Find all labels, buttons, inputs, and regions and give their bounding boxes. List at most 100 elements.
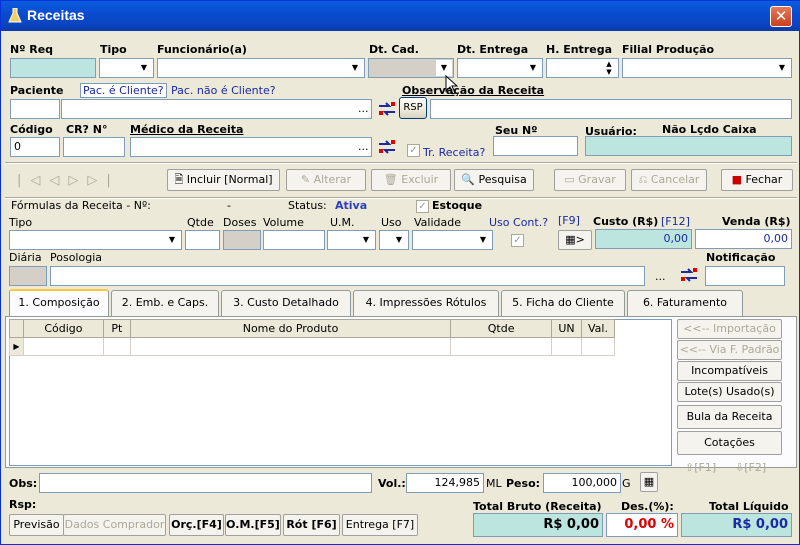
chevron-down-icon[interactable]: ▼ xyxy=(136,60,152,76)
cell-un[interactable] xyxy=(551,337,582,356)
gravar-button[interactable]: ▭ Gravar xyxy=(554,169,626,191)
rsp-button[interactable]: RSP xyxy=(399,97,427,119)
paciente-search-ellipsis[interactable]: ... xyxy=(358,102,369,115)
nr-req-field[interactable] xyxy=(10,58,96,78)
via-padrao-button[interactable]: <<-- Via F. Padrão xyxy=(677,340,782,360)
dt-entrega-label: Dt. Entrega xyxy=(457,43,529,56)
cr-n-field[interactable] xyxy=(63,137,125,157)
chevron-down-icon[interactable]: ▼ xyxy=(774,60,790,76)
pac-nao-cliente-toggle[interactable]: Pac. não é Cliente? xyxy=(171,84,276,97)
uso-select[interactable]: ▼ xyxy=(379,230,409,250)
col-nome-produto[interactable]: Nome do Produto xyxy=(129,319,452,338)
chevron-down-icon[interactable]: ▼ xyxy=(436,60,452,76)
obs-field[interactable] xyxy=(39,473,372,493)
peso-field[interactable]: 100,000 xyxy=(543,473,621,493)
cell-nome-produto[interactable] xyxy=(129,337,452,356)
desconto-field[interactable]: 0,00 % xyxy=(606,513,678,537)
col-codigo[interactable]: Código xyxy=(22,319,104,338)
om-button[interactable]: O.M.[F5] xyxy=(225,514,281,536)
previsao-button[interactable]: Previsão xyxy=(9,514,64,536)
um-select[interactable]: ▼ xyxy=(327,230,376,250)
importacao-button[interactable]: <<-- Importação xyxy=(677,319,782,339)
table-row[interactable]: ▶ xyxy=(9,337,615,356)
bula-receita-button[interactable]: Bula da Receita xyxy=(677,405,782,429)
paciente-name-field[interactable] xyxy=(61,99,372,119)
incompativeis-button[interactable]: Incompatíveis xyxy=(677,361,782,381)
qtde-field[interactable] xyxy=(185,230,220,250)
transfer-icon[interactable] xyxy=(377,101,397,117)
excluir-button[interactable]: 🗑 Excluir xyxy=(371,169,451,191)
vol-field[interactable]: 124,985 xyxy=(406,473,484,493)
dados-comprador-button[interactable]: Dados Comprador xyxy=(63,514,166,536)
cell-val[interactable] xyxy=(581,337,615,356)
chevron-down-icon[interactable]: ▼ xyxy=(525,60,541,76)
filial-select[interactable]: ▼ xyxy=(622,58,792,78)
calculator-button[interactable]: ▦ xyxy=(640,472,658,492)
venda-field[interactable]: 0,00 xyxy=(695,229,792,249)
estoque-checkbox[interactable]: ✓ xyxy=(416,200,429,213)
volume-field[interactable] xyxy=(263,230,325,250)
cotacoes-button[interactable]: Cotações xyxy=(677,431,782,455)
tab-emb-caps[interactable]: 2. Emb. e Caps. xyxy=(111,290,219,316)
codigo-field[interactable]: 0 xyxy=(10,137,60,157)
seu-n-field[interactable] xyxy=(493,136,578,156)
medico-field[interactable] xyxy=(130,137,372,157)
entrega-button[interactable]: Entrega [F7] xyxy=(342,514,418,536)
uso-cont-checkbox[interactable]: ✓ xyxy=(511,234,524,247)
cell-codigo[interactable] xyxy=(22,337,104,356)
notificacao-field[interactable] xyxy=(705,266,785,286)
spin-icon[interactable]: ▲ ▼ xyxy=(601,60,617,76)
posologia-ellipsis[interactable]: ... xyxy=(655,270,666,283)
paciente-code-field[interactable] xyxy=(10,99,60,119)
chevron-down-icon[interactable]: ▼ xyxy=(164,232,180,248)
funcionario-select[interactable]: ▼ xyxy=(157,58,365,78)
validade-select[interactable]: ▼ xyxy=(412,230,493,250)
chevron-down-icon[interactable]: ▼ xyxy=(475,232,491,248)
pesquisa-label: Pesquisa xyxy=(478,173,527,186)
estoque-label: Estoque xyxy=(432,199,483,212)
transfer-icon[interactable] xyxy=(377,139,397,155)
dt-cad-field[interactable]: ▼ xyxy=(368,58,454,78)
tr-receita-checkbox[interactable]: ✓ xyxy=(407,144,420,157)
pac-cliente-toggle[interactable]: Pac. é Cliente? xyxy=(80,83,167,98)
cancelar-button[interactable]: ⎌ Cancelar xyxy=(631,169,707,191)
tipo-formula-select[interactable]: ▼ xyxy=(9,230,182,250)
col-un[interactable]: UN xyxy=(551,319,582,338)
transfer-icon[interactable] xyxy=(679,267,699,283)
col-qtde[interactable]: Qtde xyxy=(450,319,553,338)
chevron-down-icon[interactable]: ▼ xyxy=(391,232,407,248)
total-liquido-label: Total Líquido xyxy=(709,500,789,513)
composicao-table[interactable]: Código Pt Nome do Produto Qtde UN Val. ▶ xyxy=(9,319,615,356)
f9-button[interactable]: ▦> xyxy=(558,230,592,250)
alterar-button[interactable]: ✎ Alterar xyxy=(286,169,366,191)
close-button[interactable]: ✕ xyxy=(770,6,792,27)
incluir-button[interactable]: 🗎 Incluir [Normal] xyxy=(167,169,280,191)
qtde-label: Qtde xyxy=(187,216,214,229)
f1-button[interactable]: ⇧[F1] xyxy=(685,461,716,474)
tipo-select[interactable]: ▼ xyxy=(99,58,154,78)
lotes-usados-button[interactable]: Lote(s) Usado(s) xyxy=(677,382,782,402)
tab-impressoes-rotulos[interactable]: 4. Impressões Rótulos xyxy=(353,290,499,316)
tab-custo-detalhado[interactable]: 3. Custo Detalhado xyxy=(221,290,351,316)
cell-pt[interactable] xyxy=(102,337,131,356)
dt-entrega-field[interactable]: ▼ xyxy=(457,58,543,78)
obs-receita-field[interactable] xyxy=(430,99,792,119)
pesquisa-button[interactable]: 🔍 Pesquisa xyxy=(454,169,534,191)
orc-button[interactable]: Orç.[F4] xyxy=(169,514,224,536)
h-entrega-field[interactable]: ▲ ▼ xyxy=(546,58,619,78)
rot-button[interactable]: Rót [F6] xyxy=(283,514,340,536)
posologia-field[interactable] xyxy=(50,266,645,286)
chevron-down-icon[interactable]: ▼ xyxy=(358,232,374,248)
f2-button[interactable]: ⇩[F2] xyxy=(735,461,766,474)
chevron-down-icon[interactable]: ▼ xyxy=(347,60,363,76)
medico-search-ellipsis[interactable]: ... xyxy=(358,140,369,153)
col-pt[interactable]: Pt xyxy=(102,319,131,338)
col-val[interactable]: Val. xyxy=(581,319,615,338)
tab-faturamento[interactable]: 6. Faturamento xyxy=(627,290,743,316)
tab-composicao[interactable]: 1. Composição xyxy=(9,289,109,317)
tab-ficha-cliente[interactable]: 5. Ficha do Cliente xyxy=(501,290,625,316)
record-navigation[interactable]: |◁◁▷▷| xyxy=(17,173,120,188)
fechar-button[interactable]: ■ Fechar xyxy=(721,169,793,191)
status-value: Ativa xyxy=(335,199,368,212)
cell-qtde[interactable] xyxy=(450,337,553,356)
